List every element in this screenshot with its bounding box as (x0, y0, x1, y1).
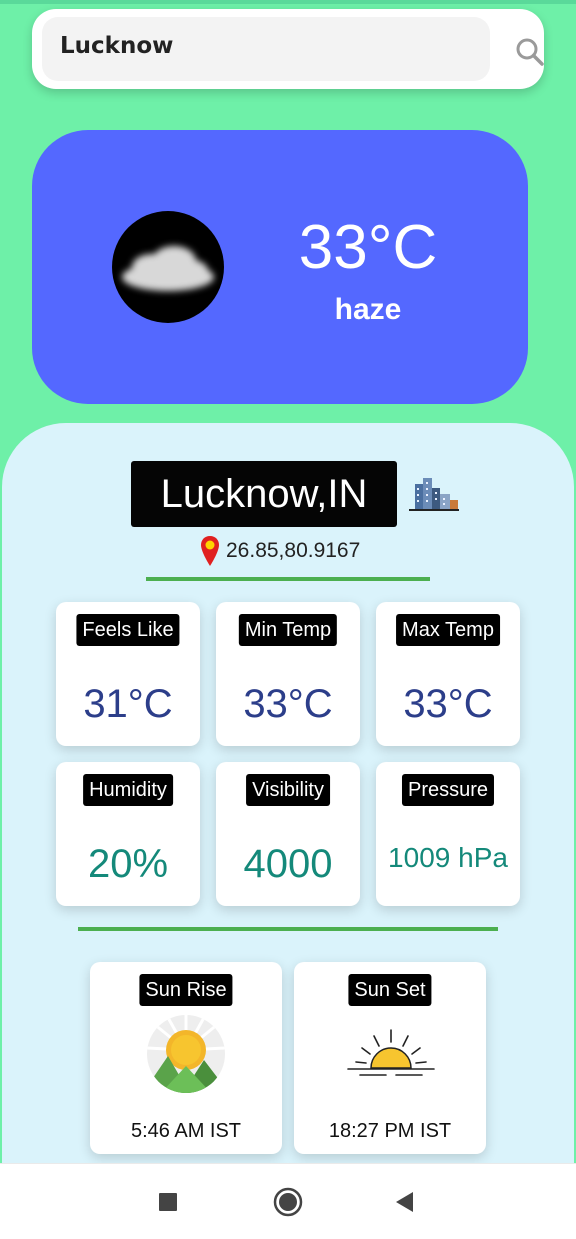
search-icon (516, 38, 544, 66)
coordinates-text: 26.85,80.9167 (226, 539, 361, 562)
divider-bottom (78, 927, 498, 931)
pressure-label: Pressure (401, 774, 495, 806)
max-temp-card: Max Temp 33°C (376, 602, 520, 746)
min-temp-value: 33°C (243, 682, 333, 726)
circle-icon[interactable] (273, 1187, 303, 1217)
haze-cloud-icon (112, 211, 224, 323)
search-button[interactable] (510, 33, 550, 73)
sunset-icon (347, 1029, 435, 1076)
search-input[interactable] (42, 17, 490, 81)
status-strip (0, 0, 576, 4)
divider-top (146, 577, 430, 581)
max-temp-label: Max Temp (396, 614, 500, 646)
pressure-value: 1009 hPa (388, 842, 508, 873)
sunrise-icon (147, 1015, 225, 1093)
location-pin-icon (201, 536, 219, 566)
humidity-card: Humidity 20% (56, 762, 200, 906)
city-buildings-icon (409, 478, 459, 511)
humidity-value: 20% (87, 842, 169, 886)
visibility-card: Visibility 4000 (216, 762, 360, 906)
min-temp-label: Min Temp (238, 614, 338, 646)
weather-description: haze (334, 293, 402, 326)
min-temp-card: Min Temp 33°C (216, 602, 360, 746)
system-navigation-bar (0, 1163, 576, 1239)
visibility-label: Visibility (246, 774, 330, 806)
max-temp-value: 33°C (403, 682, 493, 726)
search-bar (32, 9, 544, 89)
sunset-time: 18:27 PM IST (328, 1120, 452, 1142)
sunrise-label: Sun Rise (139, 974, 233, 1006)
sunrise-card: Sun Rise 5:46 AM IST (90, 962, 282, 1154)
feels-like-label: Feels Like (76, 614, 180, 646)
pressure-card: Pressure 1009 hPa (376, 762, 520, 906)
sunset-card: Sun Set 18:27 PM IST (294, 962, 486, 1154)
visibility-value: 4000 (243, 842, 333, 886)
humidity-label: Humidity (83, 774, 173, 806)
sunset-label: Sun Set (348, 974, 432, 1006)
current-weather-card: 33°C haze (32, 130, 528, 404)
city-name: Lucknow,IN (131, 461, 397, 527)
feels-like-value: 31°C (83, 682, 173, 726)
current-temperature: 33°C (298, 213, 438, 282)
square-icon[interactable] (158, 1192, 178, 1212)
triangle-back-icon[interactable] (395, 1191, 415, 1213)
sunrise-time: 5:46 AM IST (130, 1120, 242, 1142)
feels-like-card: Feels Like 31°C (56, 602, 200, 746)
coordinates: 26.85,80.9167 (200, 534, 360, 568)
